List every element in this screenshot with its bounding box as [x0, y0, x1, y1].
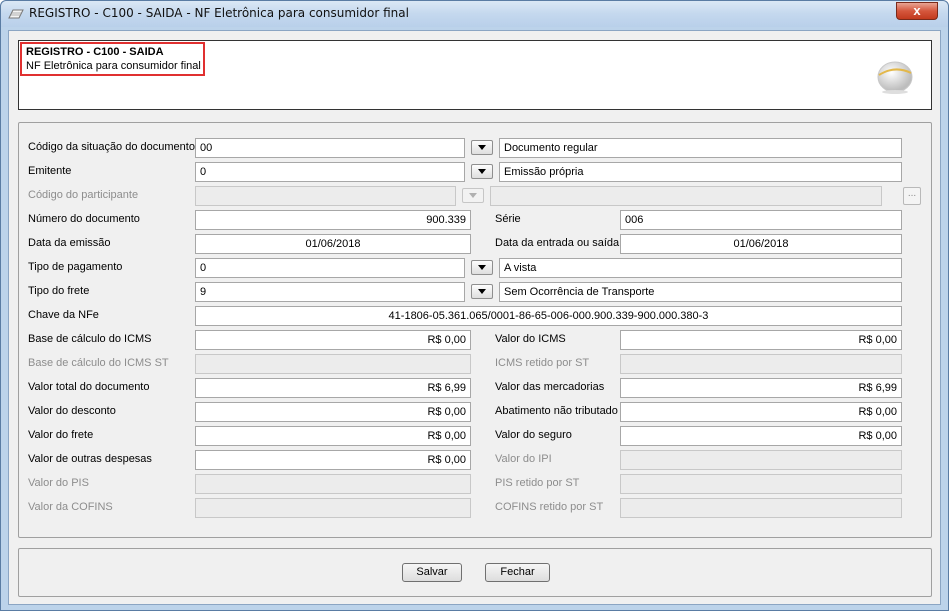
cofins-retido-st-input[interactable] — [620, 498, 902, 518]
outras-despesas-input[interactable]: R$ 0,00 — [195, 450, 471, 470]
cod-participante-label: Código do participante — [28, 189, 139, 201]
header-panel: REGISTRO - C100 - SAIDA NF Eletrônica pa… — [18, 40, 932, 110]
valor-desconto-label: Valor do desconto — [28, 405, 116, 417]
cod-situacao-input[interactable]: 00 — [195, 138, 465, 158]
valor-ipi-input[interactable] — [620, 450, 902, 470]
base-icms-input[interactable]: R$ 0,00 — [195, 330, 471, 350]
app-icon — [8, 9, 24, 19]
close-button[interactable]: Fechar — [485, 563, 550, 582]
valor-total-doc-input[interactable]: R$ 6,99 — [195, 378, 471, 398]
outras-despesas-label: Valor de outras despesas — [28, 453, 152, 465]
abatimento-label: Abatimento não tributado — [495, 405, 618, 417]
header-subtitle: NF Eletrônica para consumidor final — [26, 60, 201, 72]
close-icon: x — [913, 3, 921, 18]
valor-icms-label: Valor do ICMS — [495, 333, 566, 345]
tipo-frete-input[interactable]: 9 — [195, 282, 465, 302]
base-icms-label: Base de cálculo do ICMS — [28, 333, 152, 345]
pis-retido-st-label: PIS retido por ST — [495, 477, 580, 489]
footer-panel: Salvar Fechar — [18, 548, 932, 597]
abatimento-input[interactable]: R$ 0,00 — [620, 402, 902, 422]
pis-retido-st-input[interactable] — [620, 474, 902, 494]
tipo-pagamento-description: A vista — [499, 258, 902, 278]
valor-mercadorias-input[interactable]: R$ 6,99 — [620, 378, 902, 398]
data-entrada-saida-input[interactable]: 01/06/2018 — [620, 234, 902, 254]
tipo-frete-dropdown-button[interactable] — [471, 284, 493, 299]
tipo-frete-description: Sem Ocorrência de Transporte — [499, 282, 902, 302]
numero-doc-label: Número do documento — [28, 213, 140, 225]
numero-doc-input[interactable]: 900.339 — [195, 210, 471, 230]
cofins-retido-st-label: COFINS retido por ST — [495, 501, 604, 513]
tipo-pagamento-label: Tipo de pagamento — [28, 261, 123, 273]
icms-retido-st-label: ICMS retido por ST — [495, 357, 590, 369]
data-emissao-label: Data da emissão — [28, 237, 111, 249]
client-area: REGISTRO - C100 - SAIDA NF Eletrônica pa… — [8, 30, 941, 605]
dialog-window: REGISTRO - C100 - SAIDA - NF Eletrônica … — [0, 0, 949, 611]
header-title-box: REGISTRO - C100 - SAIDA NF Eletrônica pa… — [20, 42, 205, 76]
company-logo-icon — [877, 61, 913, 94]
valor-frete-input[interactable]: R$ 0,00 — [195, 426, 471, 446]
emitente-input[interactable]: 0 — [195, 162, 465, 182]
emitente-description: Emissão própria — [499, 162, 902, 182]
tipo-frete-label: Tipo do frete — [28, 285, 90, 297]
cod-situacao-description: Documento regular — [499, 138, 902, 158]
emitente-dropdown-button[interactable] — [471, 164, 493, 179]
valor-pis-label: Valor do PIS — [28, 477, 89, 489]
icms-retido-st-input[interactable] — [620, 354, 902, 374]
valor-ipi-label: Valor do IPI — [495, 453, 552, 465]
serie-input[interactable]: 006 — [620, 210, 902, 230]
valor-seguro-input[interactable]: R$ 0,00 — [620, 426, 902, 446]
document-form: Código da situação do documento 00 Docum… — [18, 122, 932, 538]
base-icms-st-label: Base de cálculo do ICMS ST — [28, 357, 169, 369]
base-icms-st-input[interactable] — [195, 354, 471, 374]
data-entrada-saida-label: Data da entrada ou saída — [495, 237, 620, 249]
cod-participante-description — [490, 186, 882, 206]
close-window-button[interactable]: x — [896, 2, 938, 20]
valor-seguro-label: Valor do seguro — [495, 429, 572, 441]
save-button[interactable]: Salvar — [402, 563, 462, 582]
tipo-pagamento-dropdown-button[interactable] — [471, 260, 493, 275]
participante-lookup-button[interactable]: ... — [903, 187, 921, 205]
valor-cofins-label: Valor da COFINS — [28, 501, 113, 513]
valor-pis-input[interactable] — [195, 474, 471, 494]
tipo-pagamento-input[interactable]: 0 — [195, 258, 465, 278]
header-title: REGISTRO - C100 - SAIDA — [26, 46, 164, 58]
valor-frete-label: Valor do frete — [28, 429, 94, 441]
cod-situacao-label: Código da situação do documento — [28, 141, 195, 153]
valor-total-doc-label: Valor total do documento — [28, 381, 150, 393]
valor-mercadorias-label: Valor das mercadorias — [495, 381, 605, 393]
chave-nfe-input[interactable]: 41-1806-05.361.065/0001-86-65-006-000.90… — [195, 306, 902, 326]
valor-cofins-input[interactable] — [195, 498, 471, 518]
cod-participante-input[interactable] — [195, 186, 456, 206]
data-emissao-input[interactable]: 01/06/2018 — [195, 234, 471, 254]
cod-participante-dropdown-button[interactable] — [462, 188, 484, 203]
valor-icms-input[interactable]: R$ 0,00 — [620, 330, 902, 350]
window-title: REGISTRO - C100 - SAIDA - NF Eletrônica … — [29, 6, 409, 20]
chave-nfe-label: Chave da NFe — [28, 309, 99, 321]
title-bar[interactable]: REGISTRO - C100 - SAIDA - NF Eletrônica … — [1, 1, 948, 27]
serie-label: Série — [495, 213, 521, 225]
valor-desconto-input[interactable]: R$ 0,00 — [195, 402, 471, 422]
cod-situacao-dropdown-button[interactable] — [471, 140, 493, 155]
emitente-label: Emitente — [28, 165, 72, 177]
